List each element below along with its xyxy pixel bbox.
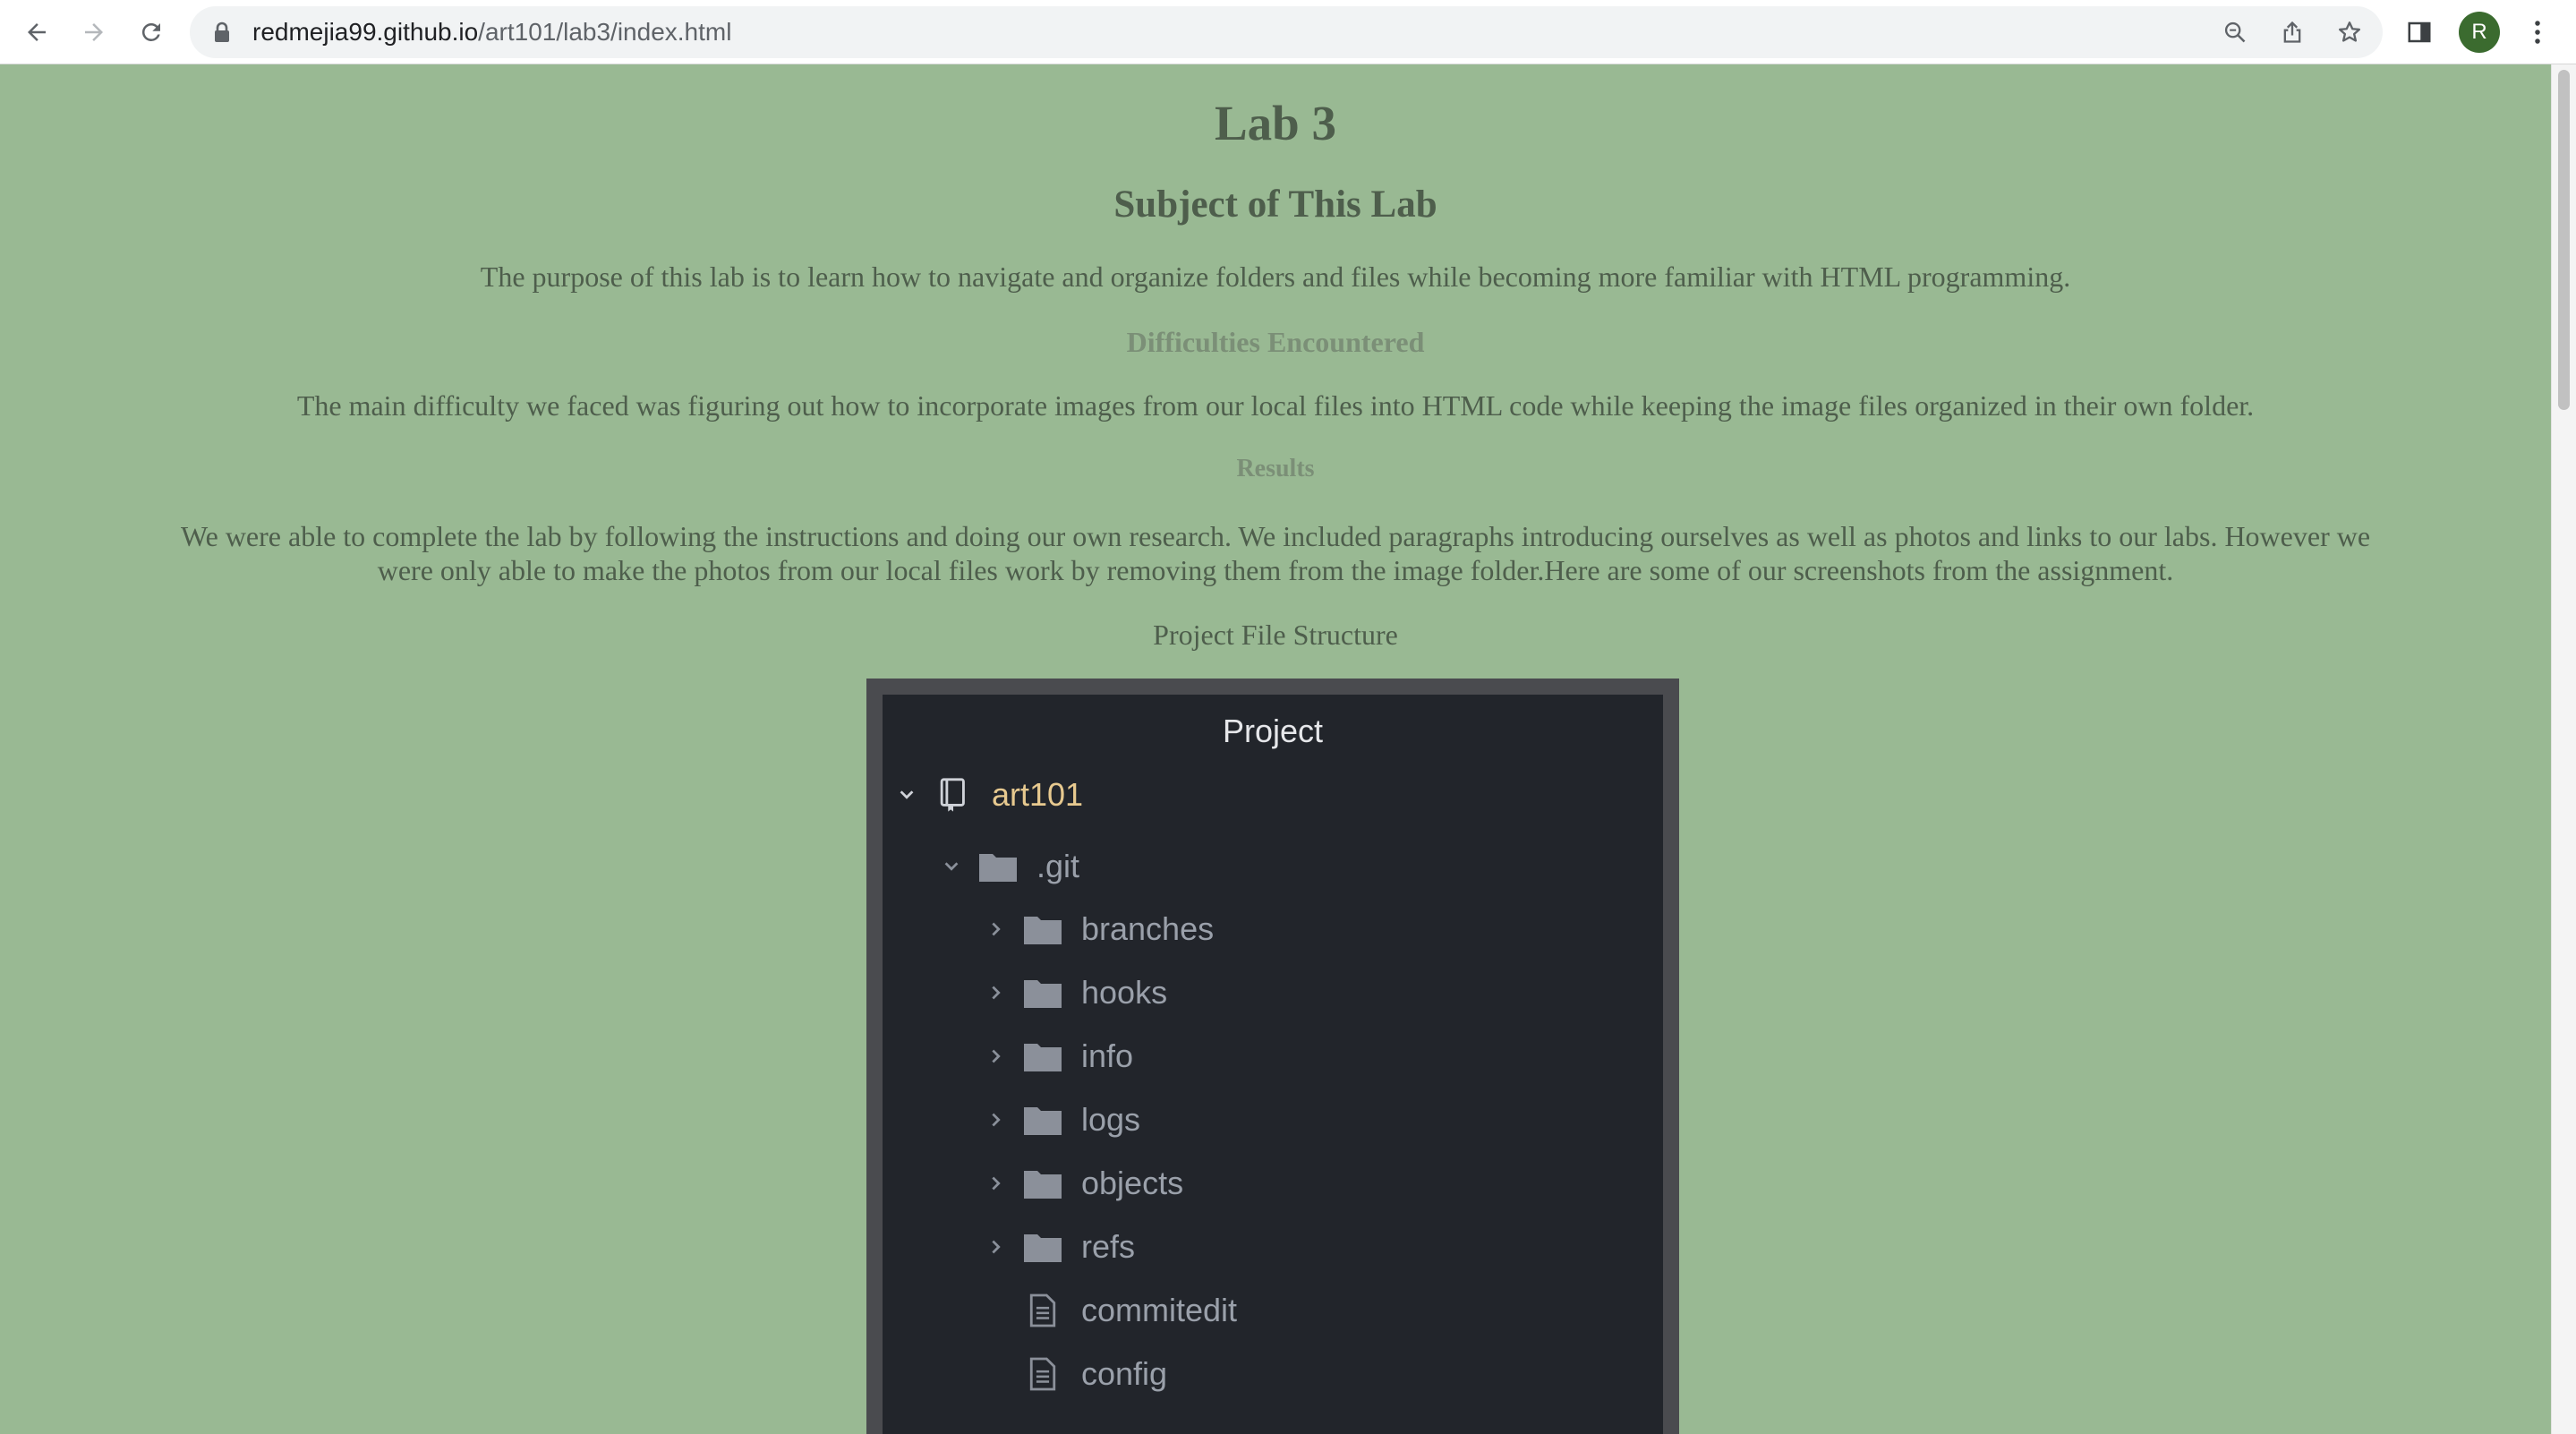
chevron-right-icon: [983, 916, 1010, 943]
purpose-paragraph: The purpose of this lab is to learn how …: [480, 260, 2071, 293]
project-structure-screenshot: Project art101 .git branches hooks info …: [866, 679, 1679, 1434]
lock-icon: [213, 21, 231, 47]
tree-row-objects: objects: [983, 1158, 1183, 1208]
url-path: /art101/lab3/index.html: [478, 18, 732, 46]
page-subtitle: Subject of This Lab: [1113, 184, 1437, 226]
tree-row-commitedit: commitedit: [983, 1285, 1237, 1336]
chevron-down-icon: [938, 853, 965, 880]
tree-row-art101: art101: [893, 770, 1083, 820]
folder-icon: [1022, 1165, 1063, 1201]
tree-label: logs: [1081, 1101, 1141, 1138]
vertical-scrollbar[interactable]: [2551, 64, 2576, 1434]
tree-label: hooks: [1081, 974, 1168, 1011]
tree-label: branches: [1081, 910, 1215, 947]
chevron-right-icon: [983, 1170, 1010, 1197]
repo-icon: [933, 777, 974, 813]
back-arrow-icon: [28, 23, 46, 41]
chevron-down-icon: [893, 781, 920, 808]
tree-label: objects: [1081, 1165, 1184, 1201]
menu-button[interactable]: [2515, 10, 2560, 55]
reload-icon: [141, 22, 160, 41]
address-bar[interactable]: redmejia99.github.io/art101/lab3/index.h…: [190, 6, 2383, 58]
tree-label: art101: [992, 776, 1084, 813]
tree-label: .git: [1036, 848, 1080, 884]
tree-label: commitedit: [1081, 1292, 1238, 1328]
tree-row-refs: refs: [983, 1222, 1135, 1272]
forward-arrow-icon: [85, 23, 103, 41]
results-paragraph: We were able to complete the lab by foll…: [180, 520, 2371, 586]
folder-icon: [977, 849, 1019, 884]
tree-label: refs: [1081, 1228, 1136, 1265]
back-button[interactable]: [14, 10, 59, 55]
chevron-right-icon: [983, 1106, 1010, 1133]
side-panel-icon: [2408, 21, 2431, 43]
chevron-right-icon: [983, 1233, 1010, 1260]
tree-label: info: [1081, 1037, 1134, 1074]
zoom-icon[interactable]: [2218, 15, 2252, 49]
folder-icon: [1022, 975, 1063, 1011]
chevron-right-icon: [983, 979, 1010, 1006]
folder-icon: [1022, 1102, 1063, 1138]
forward-button[interactable]: [72, 10, 116, 55]
image-caption: Project File Structure: [1153, 619, 1398, 651]
tree-row-git: .git: [938, 841, 1079, 892]
page-viewport: Lab 3 Subject of This Lab The purpose of…: [0, 64, 2551, 1434]
bookmark-star-icon[interactable]: [2333, 15, 2367, 49]
url-host: redmejia99.github.io: [252, 18, 479, 46]
share-icon[interactable]: [2275, 15, 2309, 49]
tree-row-branches: branches: [983, 904, 1214, 954]
project-panel: Project art101 .git branches hooks info …: [883, 695, 1663, 1434]
difficulties-heading: Difficulties Encountered: [1126, 326, 1425, 358]
page-title: Lab 3: [1214, 96, 1337, 150]
file-icon: [1022, 1356, 1063, 1392]
tree-row-logs: logs: [983, 1095, 1140, 1145]
scrollbar-thumb[interactable]: [2558, 70, 2570, 410]
chevron-right-icon: [983, 1043, 1010, 1070]
results-heading: Results: [1236, 455, 1315, 482]
tree-row-hooks: hooks: [983, 968, 1167, 1018]
tree-label: config: [1081, 1355, 1168, 1392]
panel-title: Project: [1222, 713, 1324, 749]
file-icon: [1022, 1293, 1063, 1328]
folder-icon: [1022, 1229, 1063, 1265]
folder-icon: [1022, 1038, 1063, 1074]
tree-row-config: config: [983, 1349, 1167, 1399]
kebab-menu-icon: [2535, 21, 2540, 44]
side-panel-button[interactable]: [2397, 10, 2442, 55]
tree-row-info: info: [983, 1031, 1133, 1081]
profile-avatar[interactable]: R: [2459, 12, 2500, 53]
url-text: redmejia99.github.io/art101/lab3/index.h…: [252, 6, 731, 58]
reload-button[interactable]: [129, 10, 174, 55]
difficulties-paragraph: The main difficulty we faced was figurin…: [296, 389, 2255, 422]
browser-toolbar: redmejia99.github.io/art101/lab3/index.h…: [0, 0, 2576, 64]
folder-icon: [1022, 911, 1063, 947]
